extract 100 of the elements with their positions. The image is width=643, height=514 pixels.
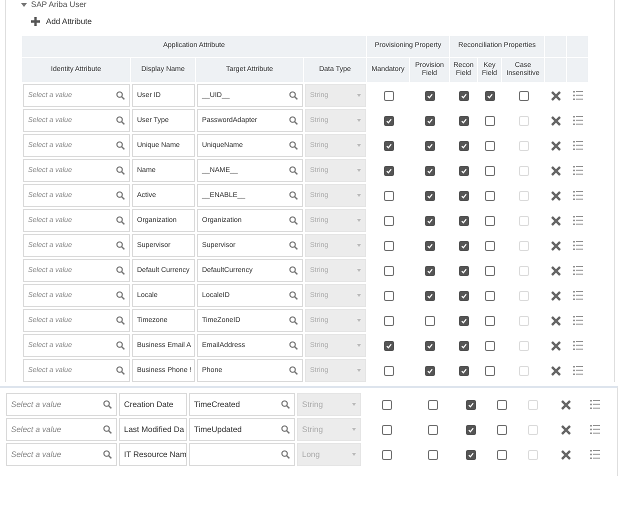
checkbox[interactable] xyxy=(485,366,495,376)
identity-attribute-field[interactable]: Select a value xyxy=(6,443,117,466)
search-icon[interactable] xyxy=(103,425,112,434)
checkbox[interactable] xyxy=(485,316,495,326)
target-attribute-field[interactable]: TimeUpdated xyxy=(189,418,295,441)
delete-icon[interactable] xyxy=(551,240,561,250)
checkbox[interactable] xyxy=(384,340,394,350)
identity-attribute-field[interactable]: Select a value xyxy=(6,418,117,441)
search-icon[interactable] xyxy=(289,141,298,150)
list-icon[interactable] xyxy=(573,166,583,175)
checkbox[interactable] xyxy=(425,90,435,100)
checkbox[interactable] xyxy=(384,140,394,150)
checkbox[interactable] xyxy=(459,316,469,326)
search-icon[interactable] xyxy=(289,166,298,175)
delete-icon[interactable] xyxy=(551,290,561,300)
checkbox[interactable] xyxy=(425,240,435,250)
checkbox[interactable] xyxy=(459,340,469,350)
list-icon[interactable] xyxy=(573,141,583,150)
display-name-field[interactable]: Creation Date xyxy=(119,393,187,416)
checkbox[interactable] xyxy=(485,116,495,126)
checkbox[interactable] xyxy=(485,166,495,176)
list-icon[interactable] xyxy=(573,241,583,250)
delete-icon[interactable] xyxy=(551,340,561,350)
checkbox[interactable] xyxy=(466,424,476,434)
checkbox[interactable] xyxy=(466,450,476,460)
checkbox[interactable] xyxy=(466,400,476,410)
display-name-field[interactable]: IT Resource Nam xyxy=(119,443,187,466)
search-icon[interactable] xyxy=(289,291,298,300)
checkbox[interactable] xyxy=(428,424,438,434)
checkbox[interactable] xyxy=(384,190,394,200)
checkbox[interactable] xyxy=(459,166,469,176)
checkbox[interactable] xyxy=(382,424,392,434)
checkbox[interactable] xyxy=(425,140,435,150)
display-name-field[interactable]: Last Modified Da xyxy=(119,418,187,441)
search-icon[interactable] xyxy=(116,241,125,250)
search-icon[interactable] xyxy=(116,366,125,375)
checkbox[interactable] xyxy=(384,316,394,326)
search-icon[interactable] xyxy=(103,400,112,409)
delete-icon[interactable] xyxy=(561,450,571,460)
list-icon[interactable] xyxy=(573,366,583,375)
list-icon[interactable] xyxy=(573,266,583,275)
list-icon[interactable] xyxy=(590,450,600,459)
search-icon[interactable] xyxy=(289,316,298,325)
search-icon[interactable] xyxy=(116,141,125,150)
search-icon[interactable] xyxy=(289,241,298,250)
delete-icon[interactable] xyxy=(551,266,561,276)
checkbox[interactable] xyxy=(425,190,435,200)
list-icon[interactable] xyxy=(573,91,583,100)
checkbox[interactable] xyxy=(384,116,394,126)
target-attribute-field[interactable] xyxy=(189,443,295,466)
checkbox[interactable] xyxy=(425,116,435,126)
checkbox[interactable] xyxy=(425,316,435,326)
delete-icon[interactable] xyxy=(551,140,561,150)
list-icon[interactable] xyxy=(573,191,583,200)
delete-icon[interactable] xyxy=(561,424,571,434)
delete-icon[interactable] xyxy=(551,90,561,100)
checkbox[interactable] xyxy=(384,216,394,226)
checkbox[interactable] xyxy=(384,90,394,100)
search-icon[interactable] xyxy=(289,366,298,375)
list-icon[interactable] xyxy=(573,316,583,325)
search-icon[interactable] xyxy=(281,425,290,434)
checkbox[interactable] xyxy=(425,166,435,176)
target-attribute-field[interactable]: TimeCreated xyxy=(189,393,295,416)
search-icon[interactable] xyxy=(281,400,290,409)
add-attribute-button[interactable]: Add Attribute xyxy=(31,14,92,28)
checkbox[interactable] xyxy=(384,290,394,300)
checkbox[interactable] xyxy=(425,340,435,350)
checkbox[interactable] xyxy=(496,400,506,410)
checkbox[interactable] xyxy=(485,140,495,150)
checkbox[interactable] xyxy=(382,450,392,460)
search-icon[interactable] xyxy=(116,116,125,125)
checkbox[interactable] xyxy=(459,190,469,200)
list-icon[interactable] xyxy=(573,116,583,125)
checkbox[interactable] xyxy=(425,266,435,276)
checkbox[interactable] xyxy=(382,400,392,410)
checkbox[interactable] xyxy=(425,366,435,376)
search-icon[interactable] xyxy=(281,450,290,459)
search-icon[interactable] xyxy=(116,266,125,275)
checkbox[interactable] xyxy=(496,424,506,434)
checkbox[interactable] xyxy=(459,366,469,376)
delete-icon[interactable] xyxy=(551,116,561,126)
search-icon[interactable] xyxy=(289,266,298,275)
checkbox[interactable] xyxy=(496,450,506,460)
search-icon[interactable] xyxy=(116,341,125,350)
checkbox[interactable] xyxy=(384,166,394,176)
checkbox[interactable] xyxy=(485,216,495,226)
identity-attribute-field[interactable]: Select a value xyxy=(6,393,117,416)
list-icon[interactable] xyxy=(590,425,600,434)
checkbox[interactable] xyxy=(459,90,469,100)
list-icon[interactable] xyxy=(573,341,583,350)
delete-icon[interactable] xyxy=(551,166,561,176)
checkbox[interactable] xyxy=(518,90,528,100)
search-icon[interactable] xyxy=(116,316,125,325)
search-icon[interactable] xyxy=(289,91,298,100)
checkbox[interactable] xyxy=(459,290,469,300)
list-icon[interactable] xyxy=(573,291,583,300)
checkbox[interactable] xyxy=(425,216,435,226)
checkbox[interactable] xyxy=(428,450,438,460)
search-icon[interactable] xyxy=(103,450,112,459)
collapse-triangle-icon[interactable] xyxy=(21,2,27,6)
